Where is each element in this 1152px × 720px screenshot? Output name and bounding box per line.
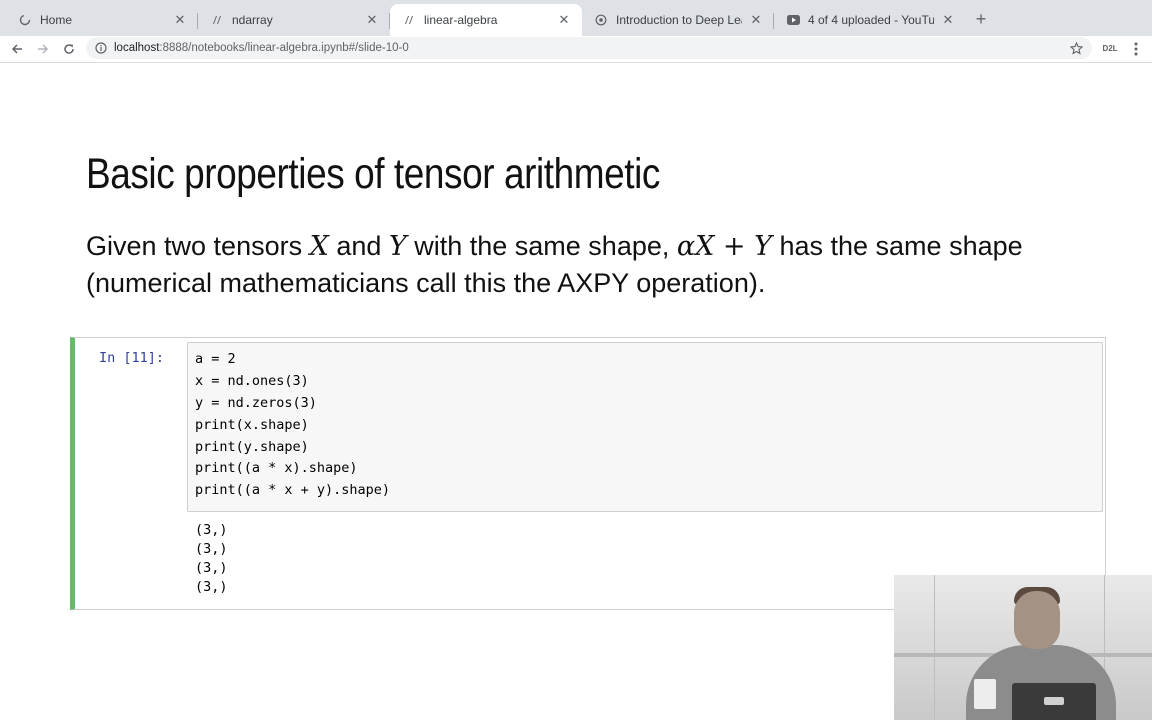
code-line: y = nd.zeros(3) <box>195 395 317 411</box>
math-alpha-x: αX <box>676 231 715 262</box>
code-line: a = 2 <box>195 351 236 367</box>
close-icon[interactable]: ✕ <box>172 12 188 28</box>
reload-icon <box>64 44 74 54</box>
tab-linear-algebra[interactable]: linear-algebra ✕ <box>390 4 582 36</box>
bookmark-star-icon[interactable] <box>1068 40 1084 56</box>
output-line: (3,) <box>195 541 228 557</box>
tab-title: linear-algebra <box>424 13 498 27</box>
math-plus: + <box>714 231 755 262</box>
tab-introduction-to-deep-learning[interactable]: Introduction to Deep Learnin ✕ <box>582 4 774 36</box>
text-segment: with the same shape, <box>406 231 677 261</box>
url-path: :8888/notebooks/linear-algebra.ipynb#/sl… <box>159 42 409 54</box>
code-input[interactable]: a = 2 x = nd.ones(3) y = nd.zeros(3) pri… <box>187 342 1103 512</box>
slide-paragraph: Given two tensors X and Y with the same … <box>86 228 1086 302</box>
tab-title: 4 of 4 uploaded - YouTube <box>808 13 934 27</box>
slide-title: Basic properties of tensor arithmetic <box>86 150 660 198</box>
jupyter-icon <box>402 13 416 27</box>
tab-youtube[interactable]: 4 of 4 uploaded - YouTube ✕ <box>774 4 966 36</box>
tab-title: Introduction to Deep Learnin <box>616 13 742 27</box>
text-segment: Given two tensors <box>86 231 310 261</box>
forward-button[interactable] <box>33 39 53 59</box>
browser-toolbar: localhost:8888/notebooks/linear-algebra.… <box>0 36 1152 63</box>
browser-menu-button[interactable] <box>1128 39 1144 59</box>
output-line: (3,) <box>195 560 228 576</box>
presenter-head <box>1014 591 1060 649</box>
code-line: print(x.shape) <box>195 417 309 433</box>
code-line: print((a * x + y).shape) <box>195 482 391 498</box>
close-icon[interactable]: ✕ <box>940 12 956 28</box>
url-text: localhost:8888/notebooks/linear-algebra.… <box>114 42 409 54</box>
reload-button[interactable] <box>59 39 79 59</box>
output-line: (3,) <box>195 522 228 538</box>
laptop-logo <box>1044 697 1064 705</box>
text-segment: and <box>328 231 389 261</box>
math-y: Y <box>388 231 407 262</box>
arrow-right-icon <box>38 44 49 54</box>
browser-window: Home ✕ ndarray ✕ linear-algebra ✕ Introd… <box>0 0 1152 720</box>
arrow-left-icon <box>11 44 22 54</box>
code-line: print((a * x).shape) <box>195 460 358 476</box>
close-icon[interactable]: ✕ <box>748 12 764 28</box>
back-button[interactable] <box>7 39 27 59</box>
math-x: X <box>309 231 329 262</box>
d2l-extension-icon[interactable]: D2L <box>1100 43 1120 55</box>
close-icon[interactable]: ✕ <box>364 12 380 28</box>
youtube-icon <box>786 13 800 27</box>
address-bar[interactable]: localhost:8888/notebooks/linear-algebra.… <box>86 37 1092 59</box>
url-host: localhost <box>114 42 160 54</box>
webcam-overlay <box>894 575 1152 720</box>
code-line: print(y.shape) <box>195 439 309 455</box>
math-y: Y <box>754 231 772 262</box>
code-cell[interactable]: In [11]: a = 2 x = nd.ones(3) y = nd.zer… <box>70 337 1106 610</box>
close-icon[interactable]: ✕ <box>556 12 572 28</box>
tab-title: Home <box>40 13 73 27</box>
loading-spinner-icon <box>18 13 32 27</box>
tab-strip: Home ✕ ndarray ✕ linear-algebra ✕ Introd… <box>0 0 1152 36</box>
new-tab-button[interactable]: + <box>971 9 991 29</box>
input-prompt: In [11]: <box>99 350 165 366</box>
tab-title: ndarray <box>232 13 273 27</box>
code-line: x = nd.ones(3) <box>195 373 309 389</box>
globe-icon <box>594 13 608 27</box>
tab-ndarray[interactable]: ndarray ✕ <box>198 4 390 36</box>
jupyter-icon <box>210 13 224 27</box>
more-vert-icon <box>1134 42 1138 56</box>
tab-home[interactable]: Home ✕ <box>6 4 198 36</box>
wall-panel-line <box>934 575 935 720</box>
site-info-icon[interactable] <box>94 41 108 55</box>
output-line: (3,) <box>195 579 228 595</box>
cup <box>974 679 996 709</box>
